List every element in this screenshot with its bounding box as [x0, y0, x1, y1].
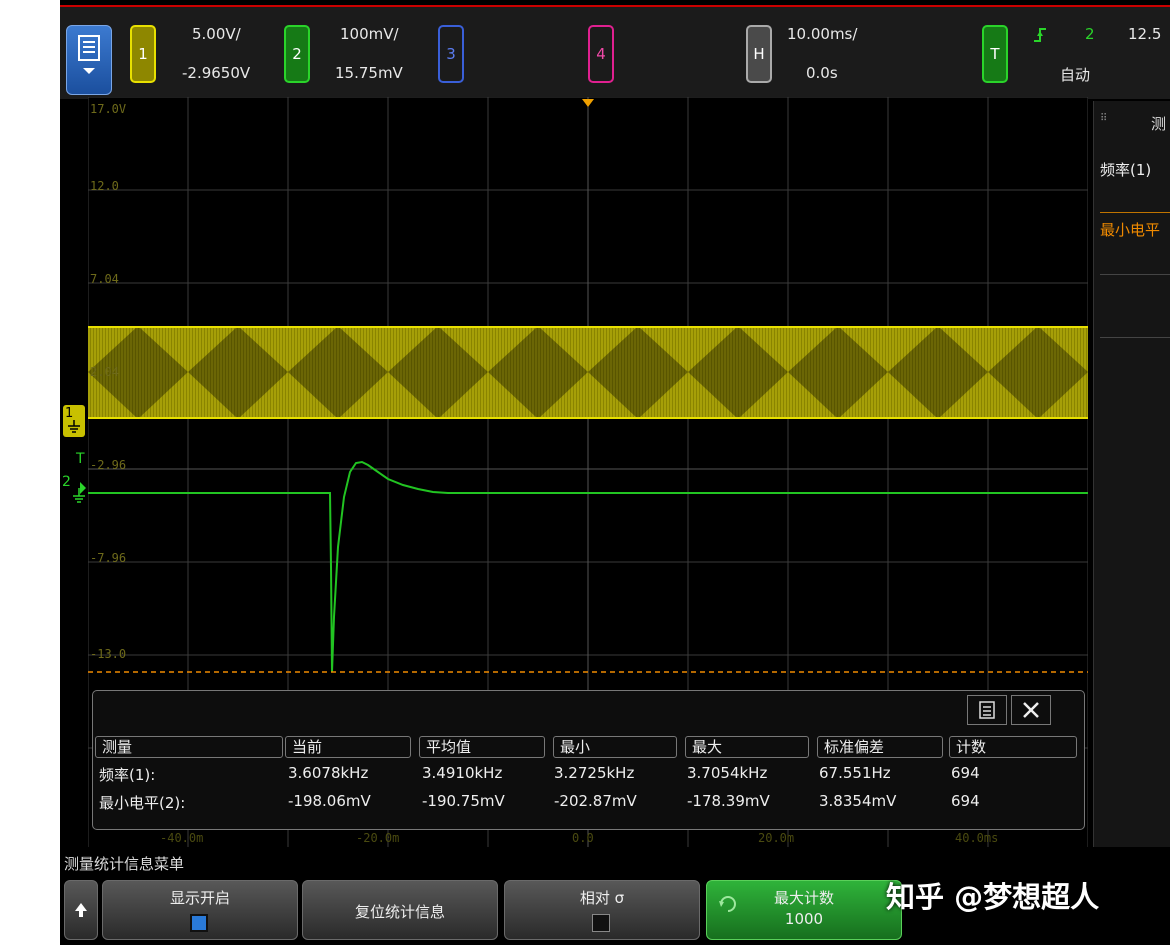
- column-header-measurement: 测量: [95, 736, 283, 758]
- panel-row-frequency: 频率(1): [1100, 161, 1152, 179]
- time-label-2: -20.0m: [356, 831, 400, 845]
- channel-1-button[interactable]: 1: [130, 25, 156, 83]
- row-count: 694: [951, 792, 980, 810]
- display-on-softkey[interactable]: 显示开启: [102, 880, 298, 940]
- row-name: 最小电平(2):: [99, 794, 186, 812]
- relative-sigma-softkey[interactable]: 相对 σ: [504, 880, 700, 940]
- channel-2-marker-label: 2: [62, 474, 71, 490]
- back-up-button[interactable]: [64, 880, 98, 940]
- measurement-statistics-table: 测量 当前 平均值 最小 最大 标准偏差 计数 频率(1): 3.6078kHz…: [92, 690, 1085, 830]
- row-current: 3.6078kHz: [288, 764, 369, 782]
- channel-4-label: 4: [596, 45, 606, 63]
- rising-edge-icon: [1034, 28, 1046, 42]
- close-icon: [1023, 702, 1039, 718]
- trigger-label: T: [990, 45, 1000, 63]
- row-std-dev: 67.551Hz: [819, 764, 891, 782]
- channel-1-ground-marker[interactable]: 1: [63, 405, 85, 437]
- relative-sigma-checkbox[interactable]: [592, 914, 610, 932]
- panel-divider: [1100, 212, 1170, 213]
- table-menu-button[interactable]: [967, 695, 1007, 725]
- channel-2-scale: 100mV/: [340, 25, 399, 43]
- volt-label-7: -13.0: [90, 647, 127, 661]
- channel-1-marker-label: 1: [65, 406, 74, 421]
- rotate-knob-icon: [719, 896, 736, 912]
- top-status-bar: 1 5.00V/ -2.9650V 2 100mV/ 15.75mV 3 4 H…: [60, 5, 1170, 99]
- column-header-current: 当前: [285, 736, 411, 758]
- channel-2-ground-marker[interactable]: 2: [62, 470, 88, 510]
- ground-icon: [68, 420, 80, 433]
- row-max: -178.39mV: [687, 792, 770, 810]
- panel-drag-handle[interactable]: ⠿: [1100, 113, 1107, 124]
- horizontal-button[interactable]: H: [746, 25, 772, 83]
- time-label-3: 0.0: [572, 831, 594, 845]
- menu-title: 测量统计信息菜单: [64, 855, 185, 873]
- row-mean: -190.75mV: [422, 792, 505, 810]
- oscilloscope-screen: 1 5.00V/ -2.9650V 2 100mV/ 15.75mV 3 4 H…: [60, 0, 1170, 945]
- trigger-level: 12.5: [1128, 25, 1162, 43]
- time-label-5: 40.0ms: [955, 831, 999, 845]
- watermark-text: 知乎 @梦想超人: [886, 880, 1100, 914]
- channel-1-offset: -2.9650V: [182, 64, 251, 82]
- trigger-mode: 自动: [1060, 66, 1091, 84]
- channel-3-button[interactable]: 3: [438, 25, 464, 83]
- panel-divider: [1100, 337, 1170, 338]
- softkey-label: 显示开启: [169, 889, 230, 907]
- trigger-position-marker[interactable]: [582, 99, 594, 107]
- volt-label-3: 7.04: [90, 272, 119, 286]
- channel-2-offset: 15.75mV: [335, 64, 403, 82]
- row-count: 694: [951, 764, 980, 782]
- column-header-max: 最大: [685, 736, 809, 758]
- time-label-4: 20.0m: [758, 831, 795, 845]
- column-header-min: 最小: [553, 736, 677, 758]
- horizontal-scale: 10.00ms/: [787, 25, 858, 43]
- row-min: 3.2725kHz: [554, 764, 635, 782]
- list-menu-icon: [78, 35, 100, 74]
- table-close-button[interactable]: [1011, 695, 1051, 725]
- column-header-count: 计数: [949, 736, 1077, 758]
- up-arrow-icon: [75, 903, 87, 917]
- volt-label-5: -2.96: [90, 458, 127, 472]
- channel-2-label: 2: [292, 45, 302, 63]
- volt-label-6: -7.96: [90, 551, 127, 565]
- ground-icon: [73, 482, 86, 503]
- panel-row-min-level: 最小电平: [1100, 221, 1161, 239]
- row-mean: 3.4910kHz: [422, 764, 503, 782]
- panel-title: 测: [1151, 115, 1167, 133]
- channel-2-button[interactable]: 2: [284, 25, 310, 83]
- column-header-mean: 平均值: [419, 736, 545, 758]
- volt-label-4: 2.04: [90, 365, 119, 379]
- trigger-button[interactable]: T: [982, 25, 1008, 83]
- row-max: 3.7054kHz: [687, 764, 768, 782]
- row-std-dev: 3.8354mV: [819, 792, 897, 810]
- softkey-label: 复位统计信息: [354, 903, 445, 921]
- volt-label-1: 17.0V: [90, 102, 127, 116]
- trigger-source: 2: [1085, 25, 1095, 43]
- row-current: -198.06mV: [288, 792, 371, 810]
- channel-4-button[interactable]: 4: [588, 25, 614, 83]
- column-header-std-dev: 标准偏差: [817, 736, 943, 758]
- display-on-checkbox[interactable]: [190, 914, 208, 932]
- softkey-label: 相对 σ: [579, 889, 625, 907]
- volt-label-2: 12.0: [90, 179, 119, 193]
- channel-1-scale: 5.00V/: [192, 25, 241, 43]
- channel-3-label: 3: [446, 45, 456, 63]
- trigger-level-marker[interactable]: T: [76, 451, 85, 467]
- panel-divider: [1100, 274, 1170, 275]
- channel-1-label: 1: [138, 45, 148, 63]
- horizontal-delay: 0.0s: [806, 64, 838, 82]
- measurement-side-panel[interactable]: ⠿ 测 频率(1) 最小电平: [1093, 101, 1170, 847]
- row-name: 频率(1):: [99, 766, 156, 784]
- horizontal-label: H: [753, 45, 765, 63]
- list-menu-icon: [979, 701, 995, 719]
- main-menu-button[interactable]: [66, 25, 112, 95]
- row-min: -202.87mV: [554, 792, 637, 810]
- reset-statistics-softkey[interactable]: 复位统计信息: [302, 880, 498, 940]
- max-count-softkey[interactable]: 最大计数 1000: [706, 880, 902, 940]
- time-label-1: -40.0m: [160, 831, 204, 845]
